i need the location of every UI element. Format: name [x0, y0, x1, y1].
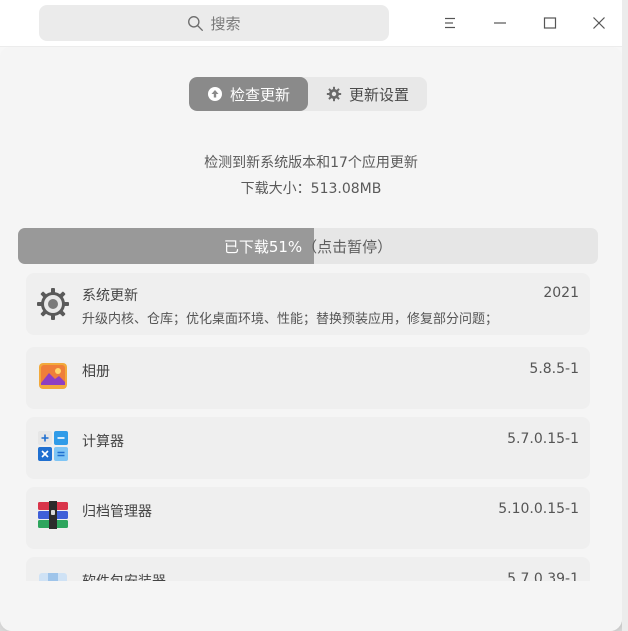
calculator-icon [38, 431, 68, 461]
list-item-system-update[interactable]: 系统更新 升级内核、仓库；优化桌面环境、性能；替换预装应用，修复部分问题； 20… [26, 273, 590, 335]
progress-label: 已下载51% （点击暂停） [18, 228, 598, 264]
archive-manager-icon [38, 501, 68, 529]
system-gear-icon [37, 288, 69, 320]
item-name: 计算器 [82, 434, 124, 450]
item-version: 5.10.0.15-1 [498, 501, 579, 517]
tab-label: 更新设置 [348, 85, 409, 104]
menu-icon [445, 17, 455, 29]
search-box[interactable]: 搜索 [39, 5, 389, 41]
titlebar: 搜索 [0, 0, 622, 47]
update-list: 系统更新 升级内核、仓库；优化桌面环境、性能；替换预装应用，修复部分问题； 20… [26, 273, 590, 581]
minimize-icon [494, 22, 506, 24]
item-version: 5.7.0.39-1 [507, 571, 579, 581]
gear-icon [326, 86, 342, 102]
item-version: 5.8.5-1 [529, 361, 579, 377]
tab-update-settings[interactable]: 更新设置 [308, 77, 427, 111]
upload-arrow-icon [207, 87, 222, 101]
item-version: 2021 [543, 285, 579, 301]
item-description: 升级内核、仓库；优化桌面环境、性能；替换预装应用，修复部分问题； [82, 312, 499, 327]
close-button[interactable] [584, 8, 614, 38]
list-item-package-installer[interactable]: 软件包安装器 5.7.0.39-1 [26, 557, 590, 581]
list-item-album[interactable]: 相册 5.8.5-1 [26, 347, 590, 409]
tab-label: 检查更新 [229, 85, 290, 104]
minimize-button[interactable] [485, 8, 515, 38]
download-progress-bar[interactable]: 已下载51% （点击暂停） [18, 228, 598, 264]
progress-text: 已下载51% [223, 237, 303, 256]
close-icon [593, 17, 605, 29]
maximize-icon [543, 17, 557, 29]
item-version: 5.7.0.15-1 [507, 431, 579, 447]
maximize-button[interactable] [535, 8, 565, 38]
item-name: 归档管理器 [82, 504, 152, 520]
tab-switcher: 检查更新 更新设置 [189, 77, 427, 111]
update-summary: 检测到新系统版本和17个应用更新 [204, 155, 418, 171]
item-name: 软件包安装器 [82, 571, 166, 581]
package-installer-icon [39, 573, 67, 581]
app-window: 搜索 检查更新 更新设置 检测到新系统版本和17个应用更新 下载大小：513.0… [0, 0, 622, 631]
search-icon [188, 15, 204, 31]
photo-album-icon [39, 363, 67, 389]
tab-check-updates[interactable]: 检查更新 [189, 77, 308, 111]
list-item-calculator[interactable]: 计算器 5.7.0.15-1 [26, 417, 590, 479]
window-edge [622, 0, 628, 631]
menu-button[interactable] [435, 8, 465, 38]
download-size: 下载大小：513.08MB [240, 181, 382, 197]
item-name: 系统更新 [82, 288, 138, 304]
search-placeholder: 搜索 [210, 14, 241, 33]
list-item-archive-manager[interactable]: 归档管理器 5.10.0.15-1 [26, 487, 590, 549]
pause-hint: （点击暂停） [302, 237, 393, 256]
item-name: 相册 [82, 364, 110, 380]
